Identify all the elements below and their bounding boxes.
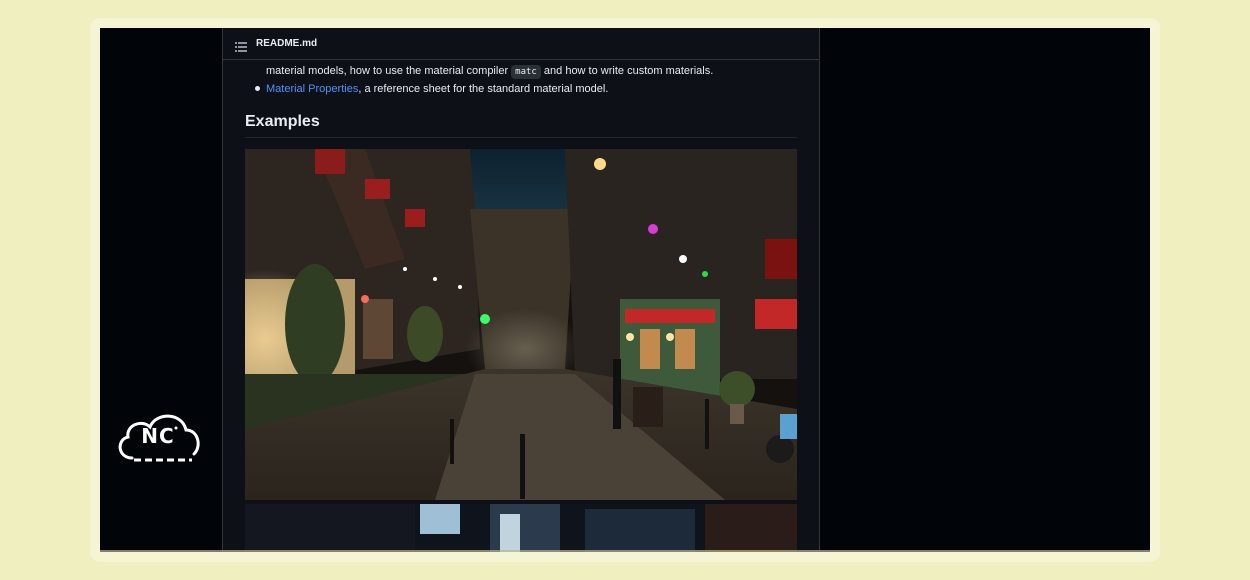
intro-text-after: and how to write custom materials. (540, 65, 714, 77)
example-image-street-scene (245, 149, 797, 500)
screen: NC README.md material models, how to use… (100, 28, 1150, 552)
list-item: Material Properties, a reference sheet f… (245, 80, 608, 98)
readme-panel: README.md material models, how to use th… (222, 28, 820, 552)
material-properties-link[interactable]: Material Properties (266, 83, 358, 95)
examples-heading: Examples (245, 112, 797, 138)
logo-text: NC (141, 424, 175, 448)
cloud-logo-icon: NC (112, 406, 204, 466)
intro-line: material models, how to use the material… (266, 62, 713, 80)
bullet-dot (255, 85, 260, 91)
list-icon[interactable] (235, 39, 247, 52)
bullet-text: , a reference sheet for the standard mat… (358, 83, 609, 95)
screen-edge (100, 550, 1150, 552)
matc-code: matc (511, 65, 541, 79)
example-image-second (245, 504, 797, 552)
readme-file-name: README.md (256, 38, 318, 49)
readme-header: README.md (223, 28, 819, 60)
intro-text: material models, how to use the material… (266, 65, 512, 77)
